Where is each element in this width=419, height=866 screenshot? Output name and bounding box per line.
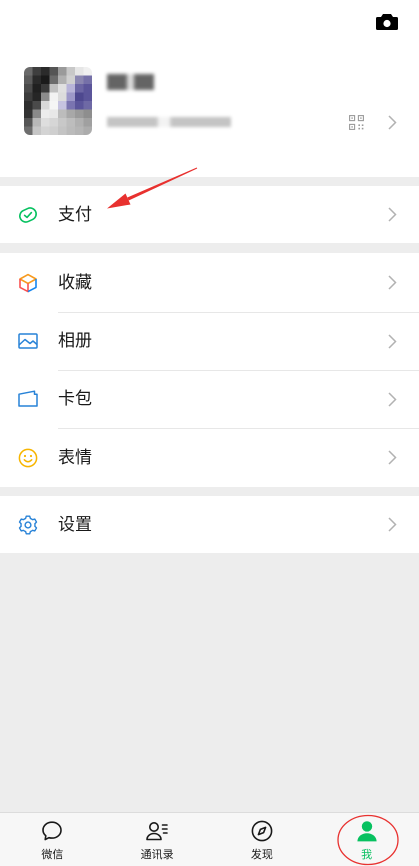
favorites-cube-icon <box>19 273 37 292</box>
menu-item-pay[interactable]: 支付 <box>0 186 419 243</box>
chat-bubble-icon <box>42 821 63 841</box>
menu-item-album[interactable]: 相册 <box>0 312 419 370</box>
menu-item-settings[interactable]: 设置 <box>0 496 419 553</box>
contacts-icon <box>146 822 168 841</box>
row-divider <box>58 370 419 371</box>
card-wallet-icon <box>18 390 38 407</box>
menu-item-label: 收藏 <box>58 272 92 292</box>
menu-item-cards[interactable]: 卡包 <box>0 370 419 428</box>
chevron-right-icon <box>388 517 397 532</box>
chevron-right-icon <box>388 207 397 222</box>
menu-item-stickers[interactable]: 表情 <box>0 428 419 487</box>
menu-group-settings: 设置 <box>0 496 419 553</box>
sticker-smiley-icon <box>18 448 38 467</box>
chevron-right-icon <box>388 450 397 465</box>
avatar <box>24 67 92 135</box>
menu-item-label: 卡包 <box>58 389 92 408</box>
menu-item-label: 表情 <box>58 447 92 467</box>
tab-label: 发现 <box>250 849 273 861</box>
tab-me[interactable]: 我 <box>314 813 419 866</box>
settings-gear-icon <box>18 514 38 535</box>
menu-group-content: 收藏 相册 卡包 表情 <box>0 253 419 487</box>
discover-compass-icon <box>251 820 273 842</box>
profile-card[interactable] <box>0 60 419 145</box>
bottom-tab-bar: 微信 通讯录 发现 我 <box>0 812 419 866</box>
chevron-right-icon <box>388 275 397 290</box>
menu-item-label: 相册 <box>58 331 92 350</box>
tab-contacts[interactable]: 通讯录 <box>105 813 210 866</box>
tab-label: 通讯录 <box>140 849 174 861</box>
row-divider <box>58 312 419 313</box>
tab-chats[interactable]: 微信 <box>0 813 105 866</box>
menu-item-label: 支付 <box>58 204 92 224</box>
menu-group-pay: 支付 <box>0 186 419 243</box>
chevron-right-icon <box>388 333 397 349</box>
profile-name-blurred <box>107 74 154 90</box>
tab-discover[interactable]: 发现 <box>210 813 315 866</box>
chevron-right-icon <box>388 115 397 130</box>
wechat-id-blurred <box>107 117 231 127</box>
pay-icon <box>19 206 37 223</box>
me-person-icon <box>357 821 377 842</box>
row-divider <box>58 428 419 429</box>
menu-item-favorites[interactable]: 收藏 <box>0 253 419 312</box>
qr-code-icon[interactable] <box>349 115 364 130</box>
profile-header <box>0 0 419 177</box>
menu-item-label: 设置 <box>58 514 92 534</box>
tab-label: 我 <box>361 849 373 861</box>
album-icon <box>18 333 38 349</box>
camera-icon[interactable] <box>376 13 398 31</box>
tab-label: 微信 <box>41 849 64 861</box>
chevron-right-icon <box>388 391 397 407</box>
